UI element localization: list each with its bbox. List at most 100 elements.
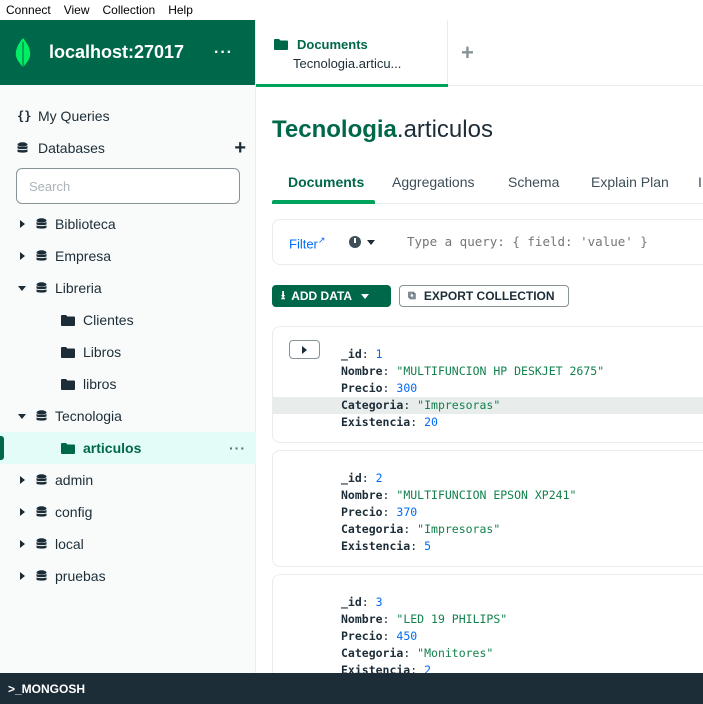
menu-connect[interactable]: Connect <box>0 3 58 17</box>
export-icon: ⧉ <box>408 289 416 302</box>
mongosh-toggle[interactable]: >_MONGOSH <box>0 673 703 704</box>
field-row: Precio: 450 <box>341 629 418 643</box>
connection-title: localhost:27017 <box>49 42 185 62</box>
database-icon <box>36 538 47 549</box>
field-row-hovered: Categoria: "Impresoras" <box>273 397 703 414</box>
folder-icon <box>61 314 75 326</box>
expand-document-button[interactable] <box>289 340 320 359</box>
sidebar-item-tecnologia[interactable]: Tecnologia <box>0 400 256 432</box>
sidebar-item-empresa[interactable]: Empresa <box>0 240 256 272</box>
field-row: _id: 1 <box>341 347 383 361</box>
my-queries-item[interactable]: {} My Queries <box>0 100 256 132</box>
sidebar-item-libros-lower[interactable]: libros <box>0 368 256 400</box>
menu-help[interactable]: Help <box>162 3 200 17</box>
subtab-explain-plan[interactable]: Explain Plan <box>591 174 669 190</box>
sidebar-item-label: articulos <box>83 440 142 456</box>
query-input[interactable] <box>407 234 703 249</box>
sidebar-item-clientes[interactable]: Clientes <box>0 304 256 336</box>
field-row: Nombre: "LED 19 PHILIPS" <box>341 612 508 626</box>
subtab-aggregations[interactable]: Aggregations <box>392 174 475 190</box>
sidebar-item-local[interactable]: local <box>0 528 256 560</box>
namespace-title: Tecnologia.articulos <box>272 116 493 144</box>
field-row: Nombre: "MULTIFUNCION EPSON XP241" <box>341 488 577 502</box>
chevron-right-icon <box>302 345 307 354</box>
chevron-right-icon[interactable] <box>19 220 25 228</box>
chevron-down-icon[interactable] <box>18 285 26 291</box>
folder-icon <box>61 346 75 358</box>
field-row: Categoria: "Impresoras" <box>341 522 501 536</box>
database-icon <box>17 142 28 153</box>
chevron-right-icon[interactable] <box>19 476 25 484</box>
collection-subtabs: Documents Aggregations Schema Explain Pl… <box>272 160 703 204</box>
field-row: Precio: 300 <box>341 381 418 395</box>
field-row: Existencia: 5 <box>341 539 432 553</box>
document-fields: _id: 1 Nombre: "MULTIFUNCION HP DESKJET … <box>273 346 703 431</box>
document-card[interactable]: _id: 3 Nombre: "LED 19 PHILIPS" Precio: … <box>272 574 703 677</box>
download-icon: ⭳ <box>281 287 286 302</box>
subtab-active-underline <box>272 200 375 204</box>
sidebar-item-label: Libreria <box>55 280 102 296</box>
database-icon <box>36 474 47 485</box>
chevron-down-icon[interactable] <box>367 240 375 245</box>
search-input[interactable] <box>29 178 239 194</box>
field-row: Nombre: "MULTIFUNCION HP DESKJET 2675" <box>341 364 605 378</box>
chevron-right-icon[interactable] <box>19 540 25 548</box>
chevron-right-icon[interactable] <box>19 252 25 260</box>
my-queries-label: My Queries <box>38 108 110 124</box>
filter-link[interactable]: Filter↗ <box>289 235 325 251</box>
folder-icon <box>61 378 75 390</box>
menu-collection[interactable]: Collection <box>97 3 163 17</box>
sidebar-item-label: local <box>55 536 84 552</box>
filter-bar: Filter↗ <box>272 219 703 265</box>
sidebar-item-config[interactable]: config <box>0 496 256 528</box>
namespace-collection: .articulos <box>396 116 493 143</box>
subtab-documents[interactable]: Documents <box>288 174 364 190</box>
document-card[interactable]: _id: 1 Nombre: "MULTIFUNCION HP DESKJET … <box>272 326 703 443</box>
database-icon <box>36 506 47 517</box>
tab-documents[interactable]: Documents Tecnologia.articu... <box>256 20 448 87</box>
sidebar-item-libreria[interactable]: Libreria <box>0 272 256 304</box>
chevron-right-icon[interactable] <box>19 572 25 580</box>
sidebar-item-label: Biblioteca <box>55 216 116 232</box>
chevron-right-icon[interactable] <box>19 508 25 516</box>
chevron-down-icon[interactable] <box>18 413 26 419</box>
add-data-button[interactable]: ⭳ ADD DATA <box>272 285 391 307</box>
database-icon <box>36 410 47 421</box>
sidebar-item-label: pruebas <box>55 568 106 584</box>
folder-icon <box>61 442 75 454</box>
new-tab-button[interactable]: + <box>461 40 474 66</box>
sidebar-item-label: Tecnologia <box>55 408 122 424</box>
sidebar-item-admin[interactable]: admin <box>0 464 256 496</box>
database-icon <box>36 282 47 293</box>
sidebar-item-articulos[interactable]: articulos ··· <box>0 432 256 464</box>
export-collection-button[interactable]: ⧉ EXPORT COLLECTION <box>399 285 569 307</box>
collection-more-button[interactable]: ··· <box>229 440 246 456</box>
sidebar-search[interactable] <box>16 168 240 204</box>
connection-more-button[interactable]: ··· <box>214 44 233 62</box>
sidebar-item-label: config <box>55 504 93 520</box>
menu-bar: Connect View Collection Help <box>0 0 703 20</box>
sidebar-item-biblioteca[interactable]: Biblioteca <box>0 208 256 240</box>
document-fields: _id: 3 Nombre: "LED 19 PHILIPS" Precio: … <box>341 594 507 679</box>
add-database-button[interactable]: + <box>234 137 246 160</box>
field-row: Existencia: 20 <box>341 415 438 429</box>
document-card[interactable]: _id: 2 Nombre: "MULTIFUNCION EPSON XP241… <box>272 450 703 567</box>
sidebar-item-label: Libros <box>83 344 122 360</box>
folder-icon <box>274 39 288 50</box>
sidebar-item-label: admin <box>55 472 94 488</box>
menu-view[interactable]: View <box>58 3 97 17</box>
databases-item[interactable]: Databases + <box>0 132 256 164</box>
field-row: _id: 2 <box>341 471 383 485</box>
sidebar-item-pruebas[interactable]: pruebas <box>0 560 256 592</box>
databases-label: Databases <box>38 140 105 156</box>
database-icon <box>36 570 47 581</box>
connection-header[interactable]: localhost:27017 ··· <box>0 20 255 85</box>
sidebar: localhost:27017 ··· {} My Queries Databa… <box>0 20 256 673</box>
history-clock-icon[interactable] <box>349 236 361 248</box>
sidebar-item-libros[interactable]: Libros <box>0 336 256 368</box>
mongodb-leaf-icon <box>15 37 31 68</box>
field-row: Categoria: "Monitores" <box>341 646 494 660</box>
subtab-indexes[interactable]: I <box>698 174 702 190</box>
active-indicator <box>0 436 4 460</box>
subtab-schema[interactable]: Schema <box>508 174 559 190</box>
